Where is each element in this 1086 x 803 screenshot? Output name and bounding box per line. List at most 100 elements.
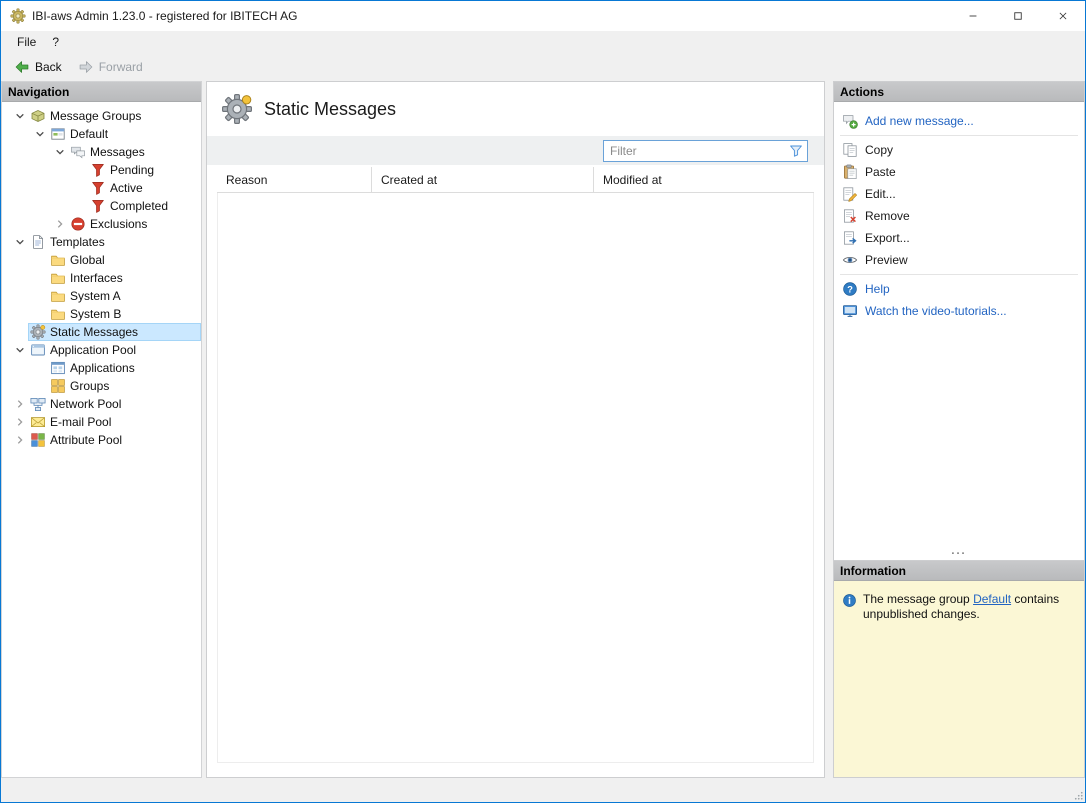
tree-item-label: Global — [70, 253, 105, 267]
action-copy[interactable]: Copy — [834, 139, 1084, 161]
templates-icon — [30, 234, 46, 250]
action-remove[interactable]: Remove — [834, 205, 1084, 227]
folder-icon — [50, 306, 66, 322]
funnel-icon — [90, 198, 106, 214]
tree-item-templates[interactable]: Templates — [2, 233, 201, 251]
column-header-created-at[interactable]: Created at — [372, 167, 594, 192]
action-label: Edit... — [865, 187, 896, 201]
menu-help[interactable]: ? — [44, 31, 67, 53]
forward-icon — [78, 59, 94, 75]
information-body: The message group Default contains unpub… — [834, 581, 1084, 777]
maximize-button[interactable] — [995, 1, 1040, 31]
expander-expanded-icon[interactable] — [32, 126, 48, 142]
tree-item-label: Templates — [50, 235, 105, 249]
expander-expanded-icon[interactable] — [12, 108, 28, 124]
tree-item-applications[interactable]: Applications — [2, 359, 201, 377]
folder-icon — [50, 288, 66, 304]
action-preview[interactable]: Preview — [834, 249, 1084, 271]
funnel-icon — [90, 162, 106, 178]
close-button[interactable] — [1040, 1, 1085, 31]
filter-box — [603, 140, 808, 162]
right-column: Actions Add new message...CopyPasteEdit.… — [833, 81, 1085, 778]
filter-funnel-icon[interactable] — [788, 143, 804, 159]
action-label: Watch the video-tutorials... — [865, 304, 1007, 318]
tree-item-messages[interactable]: Messages — [2, 143, 201, 161]
tree-item-static-messages[interactable]: Static Messages — [2, 323, 201, 341]
panel-splitter[interactable]: ... — [834, 547, 1084, 560]
edit-icon — [842, 186, 858, 202]
column-header-reason[interactable]: Reason — [217, 167, 372, 192]
expander-collapsed-icon[interactable] — [12, 396, 28, 412]
tree-item-network-pool[interactable]: Network Pool — [2, 395, 201, 413]
tree-item-system-b[interactable]: System B — [2, 305, 201, 323]
application-pool-icon — [30, 342, 46, 358]
action-paste[interactable]: Paste — [834, 161, 1084, 183]
table-header-row: ReasonCreated atModified at — [217, 167, 814, 193]
back-button[interactable]: Back — [7, 56, 69, 78]
expander-spacer — [12, 324, 28, 340]
status-bar — [1, 789, 1085, 802]
expander-expanded-icon[interactable] — [12, 234, 28, 250]
tree-item-application-pool[interactable]: Application Pool — [2, 341, 201, 359]
forward-button[interactable]: Forward — [71, 56, 150, 78]
expander-expanded-icon[interactable] — [12, 342, 28, 358]
separator — [840, 274, 1078, 275]
action-export[interactable]: Export... — [834, 227, 1084, 249]
default-group-link[interactable]: Default — [973, 592, 1011, 606]
expander-spacer — [32, 378, 48, 394]
tree-item-interfaces[interactable]: Interfaces — [2, 269, 201, 287]
expander-collapsed-icon[interactable] — [12, 414, 28, 430]
close-icon — [1058, 11, 1068, 21]
tree-item-label: Messages — [90, 145, 145, 159]
panel-gap — [825, 81, 833, 778]
tree-item-attribute-pool[interactable]: Attribute Pool — [2, 431, 201, 449]
tree-item-label: Attribute Pool — [50, 433, 122, 447]
tree-item-pending[interactable]: Pending — [2, 161, 201, 179]
expander-collapsed-icon[interactable] — [12, 432, 28, 448]
back-icon — [14, 59, 30, 75]
remove-icon — [842, 208, 858, 224]
action-help[interactable]: ? Help — [834, 278, 1084, 300]
action-label: Remove — [865, 209, 910, 223]
messages-table: ReasonCreated atModified at — [217, 167, 814, 763]
tree-item-e-mail-pool[interactable]: E-mail Pool — [2, 413, 201, 431]
tree-item-exclusions[interactable]: Exclusions — [2, 215, 201, 233]
navigation-tree: Message Groups Default Messages PendingActi… — [2, 102, 201, 777]
minimize-button[interactable] — [950, 1, 995, 31]
tree-item-label: Exclusions — [90, 217, 147, 231]
svg-text:?: ? — [847, 284, 853, 295]
column-header-modified-at[interactable]: Modified at — [594, 167, 814, 192]
folder-icon — [50, 270, 66, 286]
tree-item-message-groups[interactable]: Message Groups — [2, 107, 201, 125]
maximize-icon — [1013, 11, 1023, 21]
action-label: Preview — [865, 253, 908, 267]
applications-icon — [50, 360, 66, 376]
tree-item-label: Interfaces — [70, 271, 123, 285]
menu-file[interactable]: File — [9, 31, 44, 53]
tree-item-active[interactable]: Active — [2, 179, 201, 197]
expander-spacer — [72, 180, 88, 196]
resize-grip-icon[interactable] — [1072, 789, 1084, 801]
tree-item-global[interactable]: Global — [2, 251, 201, 269]
filter-input[interactable] — [604, 141, 788, 161]
tree-item-label: Message Groups — [50, 109, 141, 123]
tree-item-label: System A — [70, 289, 121, 303]
tree-item-system-a[interactable]: System A — [2, 287, 201, 305]
action-label: Help — [865, 282, 890, 296]
tree-item-label: Completed — [110, 199, 168, 213]
expander-spacer — [72, 162, 88, 178]
action-edit[interactable]: Edit... — [834, 183, 1084, 205]
tree-item-completed[interactable]: Completed — [2, 197, 201, 215]
window-title: IBI-aws Admin 1.23.0 - registered for IB… — [32, 9, 297, 23]
tree-item-label: Applications — [70, 361, 135, 375]
tree-item-default[interactable]: Default — [2, 125, 201, 143]
title-bar[interactable]: IBI-aws Admin 1.23.0 - registered for IB… — [1, 1, 1085, 31]
expander-expanded-icon[interactable] — [52, 144, 68, 160]
video-icon — [842, 303, 858, 319]
expander-collapsed-icon[interactable] — [52, 216, 68, 232]
tree-item-groups[interactable]: Groups — [2, 377, 201, 395]
action-label: Paste — [865, 165, 896, 179]
content-area: Navigation Message GroupsDefaultMessages… — [1, 81, 1085, 789]
action-add-new-message[interactable]: Add new message... — [834, 110, 1084, 132]
action-watch-the-video-tutorials[interactable]: Watch the video-tutorials... — [834, 300, 1084, 322]
